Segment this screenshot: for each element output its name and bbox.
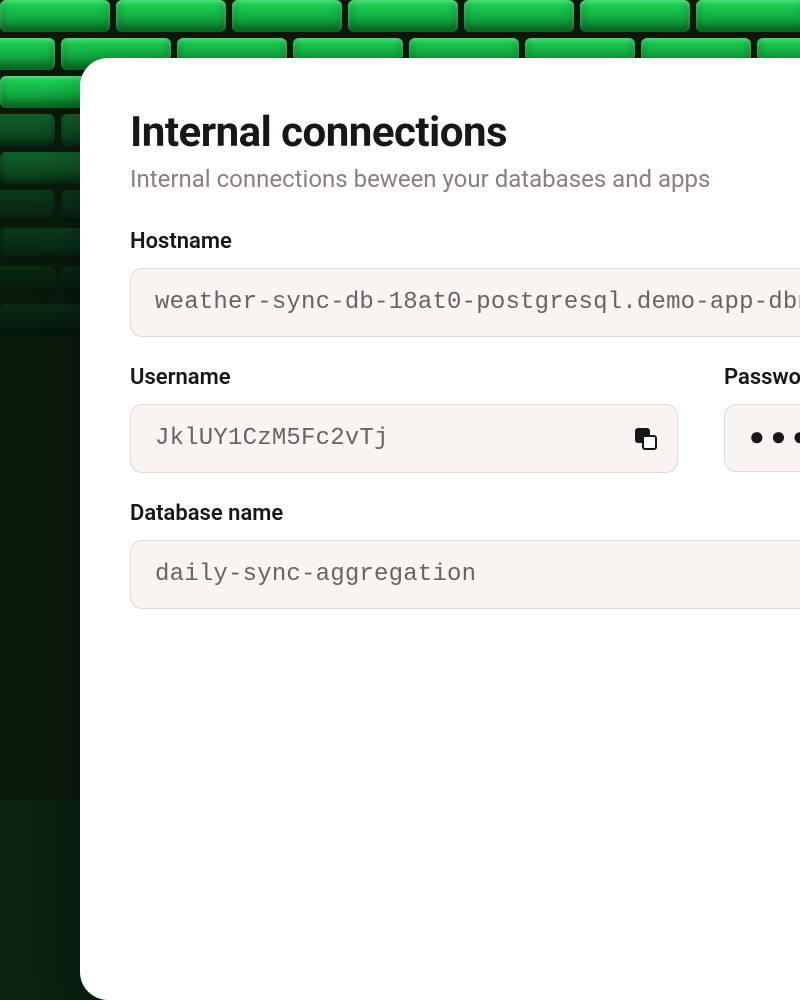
database-name-label: Database name bbox=[130, 501, 800, 526]
database-name-text: daily-sync-aggregation bbox=[155, 561, 476, 588]
username-text: JklUY1CzM5Fc2vTj bbox=[155, 425, 389, 452]
username-field: Username JklUY1CzM5Fc2vTj bbox=[130, 365, 678, 473]
connections-card: Internal connections Internal connection… bbox=[80, 58, 800, 1000]
copy-icon[interactable] bbox=[635, 428, 657, 450]
password-value[interactable]: ●●●●●●●● bbox=[724, 404, 800, 472]
hostname-field: Hostname weather-sync-db-18at0-postgresq… bbox=[130, 229, 800, 337]
password-label: Password bbox=[724, 365, 800, 390]
username-label: Username bbox=[130, 365, 678, 390]
database-name-value[interactable]: daily-sync-aggregation bbox=[130, 540, 800, 609]
page-title: Internal connections bbox=[130, 108, 800, 157]
hostname-label: Hostname bbox=[130, 229, 800, 254]
hostname-value[interactable]: weather-sync-db-18at0-postgresql.demo-ap… bbox=[130, 268, 800, 337]
password-field: Password ●●●●●●●● bbox=[724, 365, 800, 473]
page-subtitle: Internal connections beween your databas… bbox=[130, 165, 800, 193]
username-value[interactable]: JklUY1CzM5Fc2vTj bbox=[130, 404, 678, 473]
database-name-field: Database name daily-sync-aggregation bbox=[130, 501, 800, 609]
hostname-text: weather-sync-db-18at0-postgresql.demo-ap… bbox=[155, 289, 800, 316]
password-text: ●●●●●●●● bbox=[749, 425, 800, 451]
